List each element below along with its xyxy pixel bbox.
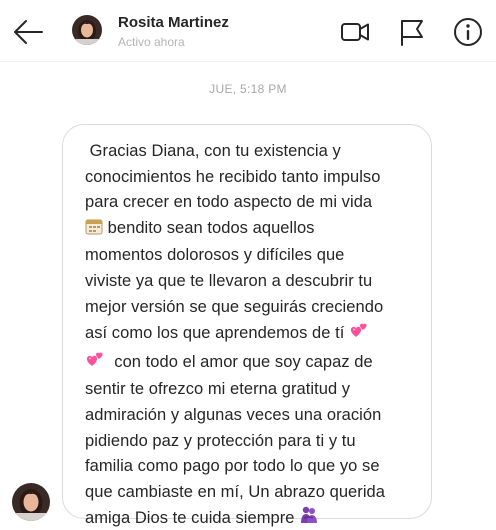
message-line: pidiendo paz y protección para ti y tu xyxy=(85,431,356,450)
contact-avatar[interactable] xyxy=(72,15,102,45)
people-hugging-emoji-icon xyxy=(299,505,319,530)
message-line: conocimientos he recibido tanto impulso xyxy=(85,167,381,186)
message-timestamp: JUE, 5:18 PM xyxy=(209,82,287,96)
message-line: momentos dolorosos y difíciles que xyxy=(85,246,345,265)
message-line: sentir te ofrezco mi eterna gratitud y xyxy=(85,380,351,399)
message-bubble[interactable]: Gracias Diana, con tu existencia y conoc… xyxy=(62,124,432,527)
chat-header: Rosita Martinez Activo ahora xyxy=(0,0,496,62)
contact-name[interactable]: Rosita Martinez xyxy=(118,14,229,31)
info-button[interactable] xyxy=(452,16,484,48)
message-line: bendito sean todos aquellos xyxy=(103,218,315,237)
message-line: amiga Dios te cuida siempre xyxy=(85,509,300,528)
arrow-left-icon xyxy=(14,20,43,44)
message-line: familia como pago por todo lo que yo se xyxy=(85,457,380,476)
message-line: admiración y algunas veces una oración xyxy=(85,405,382,424)
info-icon xyxy=(454,18,482,46)
video-camera-icon xyxy=(341,23,369,41)
flag-icon xyxy=(401,20,423,46)
avatar-image xyxy=(12,483,50,521)
message-line: para crecer en todo aspecto de mi vida xyxy=(85,193,373,212)
report-button[interactable] xyxy=(396,16,428,48)
sender-avatar[interactable] xyxy=(12,483,50,521)
message-line: así como los que aprendemos de tí xyxy=(85,324,350,343)
message-line: mejor versión se que seguirás creciendo xyxy=(85,297,384,316)
calendar-emoji-icon xyxy=(85,217,103,244)
back-button[interactable] xyxy=(10,16,46,48)
message-line: con todo el amor que soy capaz de xyxy=(105,352,373,371)
two-hearts-emoji-icon xyxy=(85,349,105,378)
avatar-image xyxy=(72,15,102,45)
message-line: Gracias Diana, con tu existencia y xyxy=(85,142,341,160)
message-text: Gracias Diana, con tu existencia y conoc… xyxy=(85,139,413,530)
two-hearts-emoji-icon xyxy=(349,320,369,349)
video-call-button[interactable] xyxy=(339,16,371,48)
contact-status: Activo ahora xyxy=(118,35,185,49)
message-line: que cambiaste en mí, Un abrazo querida xyxy=(85,482,385,501)
message-line: viviste ya que te llevaron a descubrir t… xyxy=(85,271,373,290)
